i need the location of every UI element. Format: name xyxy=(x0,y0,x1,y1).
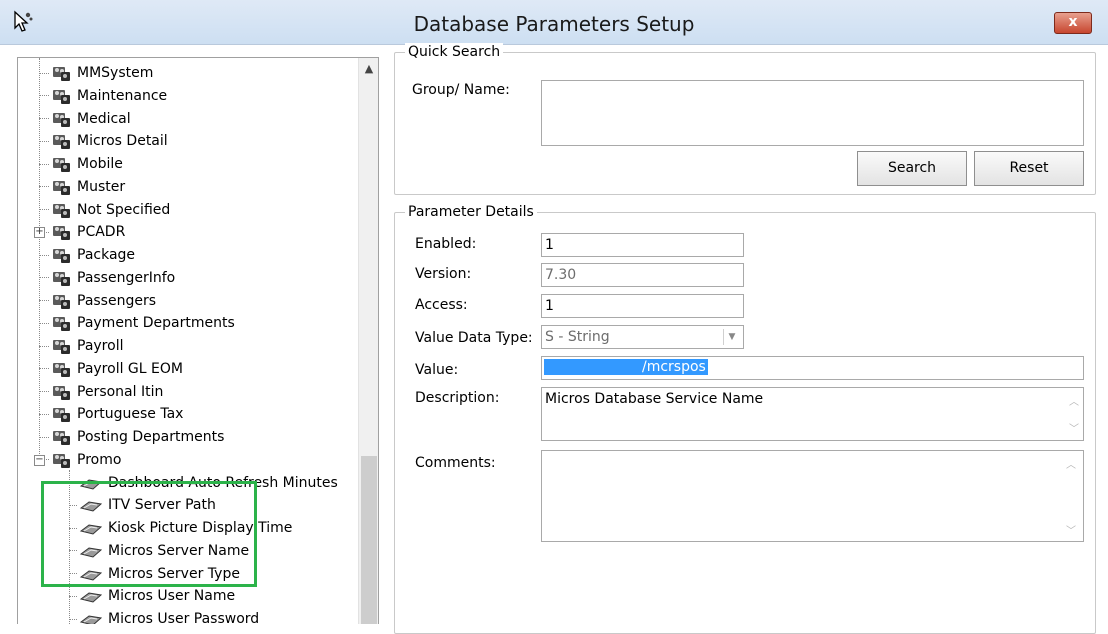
group-folder-icon xyxy=(51,201,71,219)
value-data-type-label: Value Data Type: xyxy=(415,330,533,346)
tree-group-item[interactable]: Micros Detail xyxy=(39,130,168,152)
comments-label: Comments: xyxy=(415,455,496,471)
group-folder-icon xyxy=(51,132,71,150)
group-folder-icon xyxy=(51,428,71,446)
tree-group-item[interactable]: Posting Departments xyxy=(39,426,224,448)
group-folder-icon xyxy=(51,178,71,196)
tree-group-label: Passengers xyxy=(77,292,157,309)
tree-group-item[interactable]: Personal Itin xyxy=(39,381,163,403)
group-folder-icon xyxy=(51,451,71,469)
tree-group-item[interactable]: Not Specified xyxy=(39,199,170,221)
group-folder-icon xyxy=(51,405,71,423)
tree-group-item[interactable]: + PCADR xyxy=(34,221,126,243)
group-folder-icon xyxy=(51,269,71,287)
version-field: 7.30 xyxy=(541,263,744,287)
value-label: Value: xyxy=(415,362,459,378)
group-name-label: Group/ Name: xyxy=(412,82,510,98)
tree-group-label: Muster xyxy=(77,178,126,195)
group-folder-icon xyxy=(51,64,71,82)
tree-group-label: PCADR xyxy=(77,224,126,241)
comments-scroll-up-icon[interactable]: ︿ xyxy=(1064,456,1078,471)
quick-search-legend: Quick Search xyxy=(405,43,504,61)
close-button[interactable]: x xyxy=(1054,12,1092,34)
window-title: Database Parameters Setup xyxy=(413,12,695,36)
parameter-details-legend: Parameter Details xyxy=(405,203,537,221)
enabled-label: Enabled: xyxy=(415,236,477,252)
tree-group-label: Medical xyxy=(77,110,131,127)
tree-group-label: Payment Departments xyxy=(77,315,235,332)
tree-group-item[interactable]: Portuguese Tax xyxy=(39,403,183,425)
tree-group-item[interactable]: Muster xyxy=(39,176,125,198)
tree-group-label: Portuguese Tax xyxy=(77,406,184,423)
group-folder-icon xyxy=(51,292,71,310)
parameter-key-icon xyxy=(79,612,103,624)
title-bar: Database Parameters Setup x xyxy=(0,0,1108,45)
tree-group-label: Promo xyxy=(77,451,122,468)
enabled-field[interactable]: 1 xyxy=(541,233,744,257)
tree-group-item[interactable]: Payroll xyxy=(39,335,123,357)
group-folder-icon xyxy=(51,383,71,401)
tree-scrollbar[interactable]: ▲ xyxy=(358,58,378,624)
tree-group-item[interactable]: Mobile xyxy=(39,153,123,175)
group-folder-icon xyxy=(51,155,71,173)
group-folder-icon xyxy=(51,246,71,264)
group-folder-icon xyxy=(51,337,71,355)
tree-group-item[interactable]: Medical xyxy=(39,108,131,130)
value-selected-text: /mcrspos xyxy=(544,359,708,375)
expand-plus-icon[interactable]: + xyxy=(34,227,45,239)
group-name-input[interactable] xyxy=(541,80,1084,146)
parameter-key-icon xyxy=(79,589,103,603)
group-folder-icon xyxy=(51,110,71,128)
comments-scroll-down-icon[interactable]: ﹀ xyxy=(1064,522,1078,537)
tree-group-label: Package xyxy=(77,247,136,263)
collapse-minus-icon[interactable]: − xyxy=(34,454,45,466)
search-button[interactable]: Search xyxy=(857,151,967,186)
tree-group-label: Maintenance xyxy=(77,87,168,104)
tree-group-item[interactable]: Package xyxy=(39,244,135,266)
highlight-box xyxy=(41,481,257,587)
tree-group-label: Payroll GL EOM xyxy=(77,360,183,377)
tree-group-item[interactable]: − Promo xyxy=(34,449,122,471)
version-label: Version: xyxy=(415,266,472,282)
group-folder-icon xyxy=(51,87,71,105)
reset-button[interactable]: Reset xyxy=(974,151,1084,186)
tree-group-label: Not Specified xyxy=(77,201,171,218)
description-label: Description: xyxy=(415,390,500,406)
tree-group-item[interactable]: MMSystem xyxy=(39,62,153,84)
group-folder-icon xyxy=(51,314,71,332)
tree-group-label: PassengerInfo xyxy=(77,269,176,286)
value-data-type-text: S - String xyxy=(545,329,610,345)
tree-group-item[interactable]: Payment Departments xyxy=(39,312,235,334)
description-field[interactable]: Micros Database Service Name ︿ ﹀ xyxy=(541,387,1084,441)
tree-parameter-item[interactable]: Micros User Password xyxy=(69,608,259,624)
scroll-up-icon[interactable]: ︿ xyxy=(1067,394,1081,412)
scroll-down-icon[interactable]: ﹀ xyxy=(1067,421,1081,439)
access-field[interactable]: 1 xyxy=(541,294,744,318)
tree-group-item[interactable]: Maintenance xyxy=(39,85,167,107)
tree-parameter-label: Micros User Password xyxy=(108,611,260,624)
tree-group-label: Mobile xyxy=(77,156,123,172)
tree-group-item[interactable]: Payroll GL EOM xyxy=(39,358,183,380)
chevron-down-icon[interactable]: ▼ xyxy=(723,329,740,345)
tree-parameter-item[interactable]: Micros User Name xyxy=(69,585,235,607)
tree-group-label: Posting Departments xyxy=(77,429,225,445)
comments-field[interactable] xyxy=(541,450,1084,542)
description-text: Micros Database Service Name xyxy=(545,391,764,407)
tree-group-item[interactable]: Passengers xyxy=(39,290,156,312)
tree-group-item[interactable]: PassengerInfo xyxy=(39,267,175,289)
scroll-thumb[interactable] xyxy=(361,456,377,624)
tree-parameter-label: Micros User Name xyxy=(108,588,236,605)
tree-group-label: Payroll xyxy=(77,338,124,354)
tree-group-label: MMSystem xyxy=(77,65,154,81)
group-folder-icon xyxy=(51,223,71,241)
tree-group-label: Personal Itin xyxy=(77,383,164,400)
tree-group-label: Micros Detail xyxy=(77,133,168,150)
value-field[interactable]: /mcrspos xyxy=(541,356,1084,380)
access-label: Access: xyxy=(415,297,468,313)
group-folder-icon xyxy=(51,360,71,378)
scroll-up-arrow-icon[interactable]: ▲ xyxy=(359,62,378,78)
value-data-type-select[interactable]: S - String ▼ xyxy=(541,325,744,349)
